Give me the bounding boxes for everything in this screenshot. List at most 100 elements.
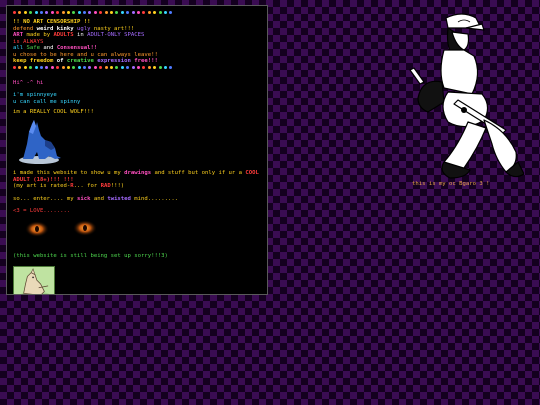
freedom-line: keep freedom of creative expression free… <box>13 58 261 65</box>
rainbow-divider-bottom <box>13 65 261 71</box>
wolf-line: im a REALLY COOL WOLF!!! <box>13 109 94 115</box>
free-text: free!!! <box>134 58 158 64</box>
rainbow-dot <box>115 11 119 14</box>
nasty-text: nasty art!!! <box>93 25 135 32</box>
consensual-text: Consensual!! <box>56 45 98 51</box>
about-text: i made this website to show u my <box>13 170 125 176</box>
rainbow-dot <box>45 65 49 69</box>
glowing-eyes-image <box>21 216 103 245</box>
rainbow-dot <box>39 65 43 69</box>
rainbow-dot <box>77 11 81 14</box>
safe-text: Safe <box>26 45 44 51</box>
freedom-text: keep freedom <box>13 58 57 64</box>
rainbow-dot <box>23 11 27 14</box>
and2-text: and <box>90 195 108 202</box>
rated-text: (my art is rated- <box>13 183 71 189</box>
rad-end-text: !!!) <box>110 183 125 189</box>
madeby-text: made by <box>26 32 54 38</box>
rainbow-dot <box>93 65 97 69</box>
rainbow-dot <box>50 11 54 14</box>
rainbow-dot <box>104 11 108 14</box>
rainbow-dot <box>61 11 65 14</box>
rainbow-dot <box>147 11 151 14</box>
rainbow-dot <box>72 65 76 69</box>
rainbow-dot <box>61 65 65 69</box>
rainbow-dot <box>163 11 167 14</box>
rainbow-dot <box>169 11 173 14</box>
rainbow-dot <box>34 65 38 69</box>
rainbow-dot <box>142 65 146 69</box>
rainbow-dot <box>120 65 124 69</box>
rainbow-dot <box>126 11 130 14</box>
rainbow-dot <box>29 11 33 14</box>
sick-text: sick <box>77 195 91 202</box>
rainbow-dot <box>88 11 92 14</box>
in-text: in <box>77 32 88 38</box>
rainbow-dot <box>169 65 173 69</box>
rainbow-dot <box>115 65 119 69</box>
rainbow-dot <box>153 11 157 14</box>
rainbow-dot <box>23 65 27 69</box>
rainbow-dot <box>104 65 108 69</box>
art-text: ART <box>13 32 27 38</box>
rainbow-dot <box>126 65 130 69</box>
expression-text: expression <box>97 58 135 64</box>
about-line-1: i made this website to show u my drawing… <box>13 170 261 177</box>
rainbow-dot <box>56 65 60 69</box>
rainbow-dot <box>99 65 103 69</box>
rainbow-dot <box>18 65 22 69</box>
enter-text: so... enter.... my <box>13 195 77 202</box>
rainbow-dot <box>136 11 140 14</box>
adult-spaces-text: ADULT-ONLY SPACES <box>87 32 145 38</box>
love-line: <3 = LOVE........ <box>13 208 71 214</box>
rainbow-dot <box>72 11 76 14</box>
rainbow-dot <box>18 11 22 14</box>
for-text: ... for <box>73 183 101 189</box>
rainbow-dot <box>93 11 97 14</box>
onlyif-text: and stuff but only if ur a <box>151 170 246 176</box>
drawings-text: drawings <box>124 170 152 176</box>
rainbow-dot <box>13 11 16 14</box>
rainbow-dot <box>56 11 60 14</box>
rainbow-dot <box>34 11 38 14</box>
howling-blue-wolf-icon <box>19 119 61 164</box>
rad-text: RAD <box>100 183 111 189</box>
oc-caption: this is my oc Bgaro 3 ! <box>412 181 490 187</box>
cartoon-animal-stamp <box>13 265 55 294</box>
rainbow-dot <box>131 11 135 14</box>
mind-text: mind......... <box>130 195 179 202</box>
rainbow-dot <box>66 65 70 69</box>
rainbow-dot <box>99 11 103 14</box>
rainbow-dot <box>77 65 81 69</box>
rainbow-dot <box>83 11 87 14</box>
rainbow-dot <box>136 65 140 69</box>
rainbow-dot <box>131 65 135 69</box>
adults-text: ADULTS <box>53 32 78 38</box>
rainbow-dot <box>13 65 16 69</box>
rainbow-dot <box>142 11 146 14</box>
rainbow-dot <box>163 65 167 69</box>
cool-text: COOL <box>245 170 259 176</box>
rainbow-divider-top <box>13 11 261 16</box>
rainbow-dot <box>158 11 162 14</box>
rainbow-dot <box>39 11 43 14</box>
rainbow-dot <box>88 65 92 69</box>
of-text: of <box>56 58 67 64</box>
kinky-text: weird kinky <box>36 25 77 32</box>
rainbow-dot <box>120 11 124 14</box>
rainbow-dot <box>50 65 54 69</box>
rainbow-dot <box>147 65 151 69</box>
twisted-text: twisted <box>107 195 131 202</box>
rainbow-dot <box>110 11 114 14</box>
and-text: and <box>43 45 57 51</box>
ugly-text: ugly <box>77 25 94 32</box>
rainbow-dot <box>83 65 87 69</box>
oc-character-playing-guitar <box>409 13 524 179</box>
main-panel: !! NO ART CENSORSHIP !! defend weird kin… <box>6 5 268 295</box>
rainbow-dot <box>66 11 70 14</box>
rainbow-dot <box>45 11 49 14</box>
rainbow-dot <box>110 65 114 69</box>
all-text: all <box>13 45 27 51</box>
rainbow-dot <box>29 65 33 69</box>
rainbow-dot <box>153 65 157 69</box>
